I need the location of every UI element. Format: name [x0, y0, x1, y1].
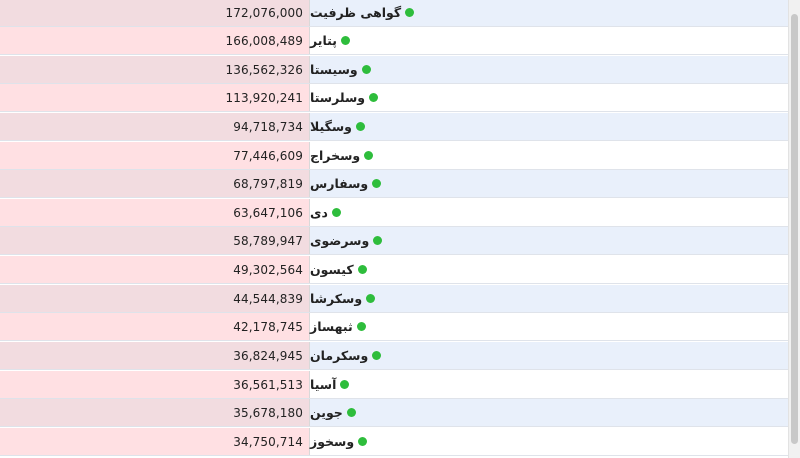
- name-cell: وسخراج: [310, 142, 788, 169]
- status-dot-icon: [340, 380, 350, 389]
- status-dot-icon: [331, 208, 341, 217]
- value-cell: 36,824,945: [0, 342, 310, 369]
- value-cell: 136,562,326: [0, 56, 310, 83]
- table-row[interactable]: 166,008,489 پتایر: [0, 27, 800, 55]
- table-row[interactable]: 136,562,326 وسیستا: [0, 56, 800, 84]
- name-cell: وسگیلا: [310, 113, 788, 140]
- row-name[interactable]: وسفارس: [310, 176, 368, 191]
- name-cell: وسکرشا: [310, 285, 788, 312]
- row-value: 94,718,734: [233, 119, 303, 134]
- row-name[interactable]: وسلرستا: [310, 90, 365, 105]
- value-cell: 113,920,241: [0, 84, 310, 111]
- name-cell: وسیستا: [310, 56, 788, 83]
- table-row[interactable]: 35,678,180 جوین: [0, 399, 800, 427]
- status-dot-icon: [372, 351, 382, 360]
- name-cell: پتایر: [310, 27, 788, 54]
- status-dot-icon: [340, 36, 350, 45]
- value-cell: 166,008,489: [0, 27, 310, 54]
- row-name[interactable]: وسگیلا: [310, 119, 352, 134]
- row-value: 35,678,180: [233, 405, 303, 420]
- row-value: 68,797,819: [233, 176, 303, 191]
- row-value: 36,824,945: [233, 348, 303, 363]
- row-name[interactable]: وسکرمان: [310, 348, 368, 363]
- table-row[interactable]: 63,647,106 دی: [0, 199, 800, 227]
- row-name[interactable]: وسخراج: [310, 148, 360, 163]
- status-dot-icon: [373, 236, 383, 245]
- row-value: 63,647,106: [233, 205, 303, 220]
- table-row[interactable]: 36,561,513 آسیا: [0, 371, 800, 399]
- table-row[interactable]: 34,750,714 وسخوز: [0, 428, 800, 456]
- table-row[interactable]: 113,920,241 وسلرستا: [0, 84, 800, 112]
- value-cell: 58,789,947: [0, 227, 310, 254]
- name-cell: آسیا: [310, 371, 788, 398]
- value-cell: 63,647,106: [0, 199, 310, 226]
- value-cell: 35,678,180: [0, 399, 310, 426]
- row-name[interactable]: وسکرشا: [310, 291, 362, 306]
- row-value: 44,544,839: [233, 291, 303, 306]
- row-value: 36,561,513: [233, 377, 303, 392]
- value-cell: 94,718,734: [0, 113, 310, 140]
- name-cell: کیسون: [310, 256, 788, 283]
- row-value: 49,302,564: [233, 262, 303, 277]
- value-cell: 44,544,839: [0, 285, 310, 312]
- row-name[interactable]: دی: [310, 205, 328, 220]
- table-row[interactable]: 42,178,745 ثبهساز: [0, 313, 800, 341]
- vertical-scrollbar[interactable]: [788, 0, 800, 458]
- row-value: 77,446,609: [233, 148, 303, 163]
- table-row[interactable]: 77,446,609 وسخراج: [0, 142, 800, 170]
- table-row[interactable]: 49,302,564 کیسون: [0, 256, 800, 284]
- value-cell: 36,561,513: [0, 371, 310, 398]
- row-name[interactable]: پتایر: [310, 33, 337, 48]
- name-cell: وسخوز: [310, 428, 788, 455]
- value-cell: 68,797,819: [0, 170, 310, 197]
- status-dot-icon: [355, 122, 365, 131]
- row-value: 58,789,947: [233, 233, 303, 248]
- stock-table: 172,076,000 گواهی ظرفیت 166,008,489 پتای…: [0, 0, 800, 458]
- table-row[interactable]: 58,789,947 وسرضوی: [0, 227, 800, 255]
- name-cell: دی: [310, 199, 788, 226]
- name-cell: وسکرمان: [310, 342, 788, 369]
- row-name[interactable]: وسیستا: [310, 62, 358, 77]
- value-cell: 34,750,714: [0, 428, 310, 455]
- row-name[interactable]: گواهی ظرفیت: [310, 5, 401, 20]
- name-cell: جوین: [310, 399, 788, 426]
- row-name[interactable]: جوین: [310, 405, 343, 420]
- value-cell: 49,302,564: [0, 256, 310, 283]
- table-row[interactable]: 68,797,819 وسفارس: [0, 170, 800, 198]
- name-cell: گواهی ظرفیت: [310, 0, 788, 26]
- status-dot-icon: [366, 294, 376, 303]
- status-dot-icon: [405, 8, 415, 17]
- table-row[interactable]: 172,076,000 گواهی ظرفیت: [0, 0, 800, 27]
- row-value: 42,178,745: [233, 319, 303, 334]
- name-cell: وسلرستا: [310, 84, 788, 111]
- table-row[interactable]: 44,544,839 وسکرشا: [0, 285, 800, 313]
- row-value: 166,008,489: [225, 33, 303, 48]
- status-dot-icon: [358, 437, 368, 446]
- status-dot-icon: [346, 408, 356, 417]
- row-name[interactable]: آسیا: [310, 377, 336, 392]
- scrollbar-thumb[interactable]: [791, 14, 798, 444]
- value-cell: 42,178,745: [0, 313, 310, 340]
- name-cell: وسفارس: [310, 170, 788, 197]
- row-name[interactable]: کیسون: [310, 262, 354, 277]
- name-cell: وسرضوی: [310, 227, 788, 254]
- table-row[interactable]: 36,824,945 وسکرمان: [0, 342, 800, 370]
- row-value: 172,076,000: [225, 5, 303, 20]
- status-dot-icon: [372, 179, 382, 188]
- status-dot-icon: [369, 93, 379, 102]
- row-name[interactable]: وسخوز: [310, 434, 354, 449]
- row-value: 136,562,326: [225, 62, 303, 77]
- row-name[interactable]: وسرضوی: [310, 233, 369, 248]
- row-name[interactable]: ثبهساز: [310, 319, 353, 334]
- value-cell: 77,446,609: [0, 142, 310, 169]
- name-cell: ثبهساز: [310, 313, 788, 340]
- row-value: 113,920,241: [225, 90, 303, 105]
- status-dot-icon: [361, 65, 371, 74]
- table-row[interactable]: 94,718,734 وسگیلا: [0, 113, 800, 141]
- status-dot-icon: [357, 265, 367, 274]
- row-value: 34,750,714: [233, 434, 303, 449]
- status-dot-icon: [364, 151, 374, 160]
- value-cell: 172,076,000: [0, 0, 310, 26]
- status-dot-icon: [356, 322, 366, 331]
